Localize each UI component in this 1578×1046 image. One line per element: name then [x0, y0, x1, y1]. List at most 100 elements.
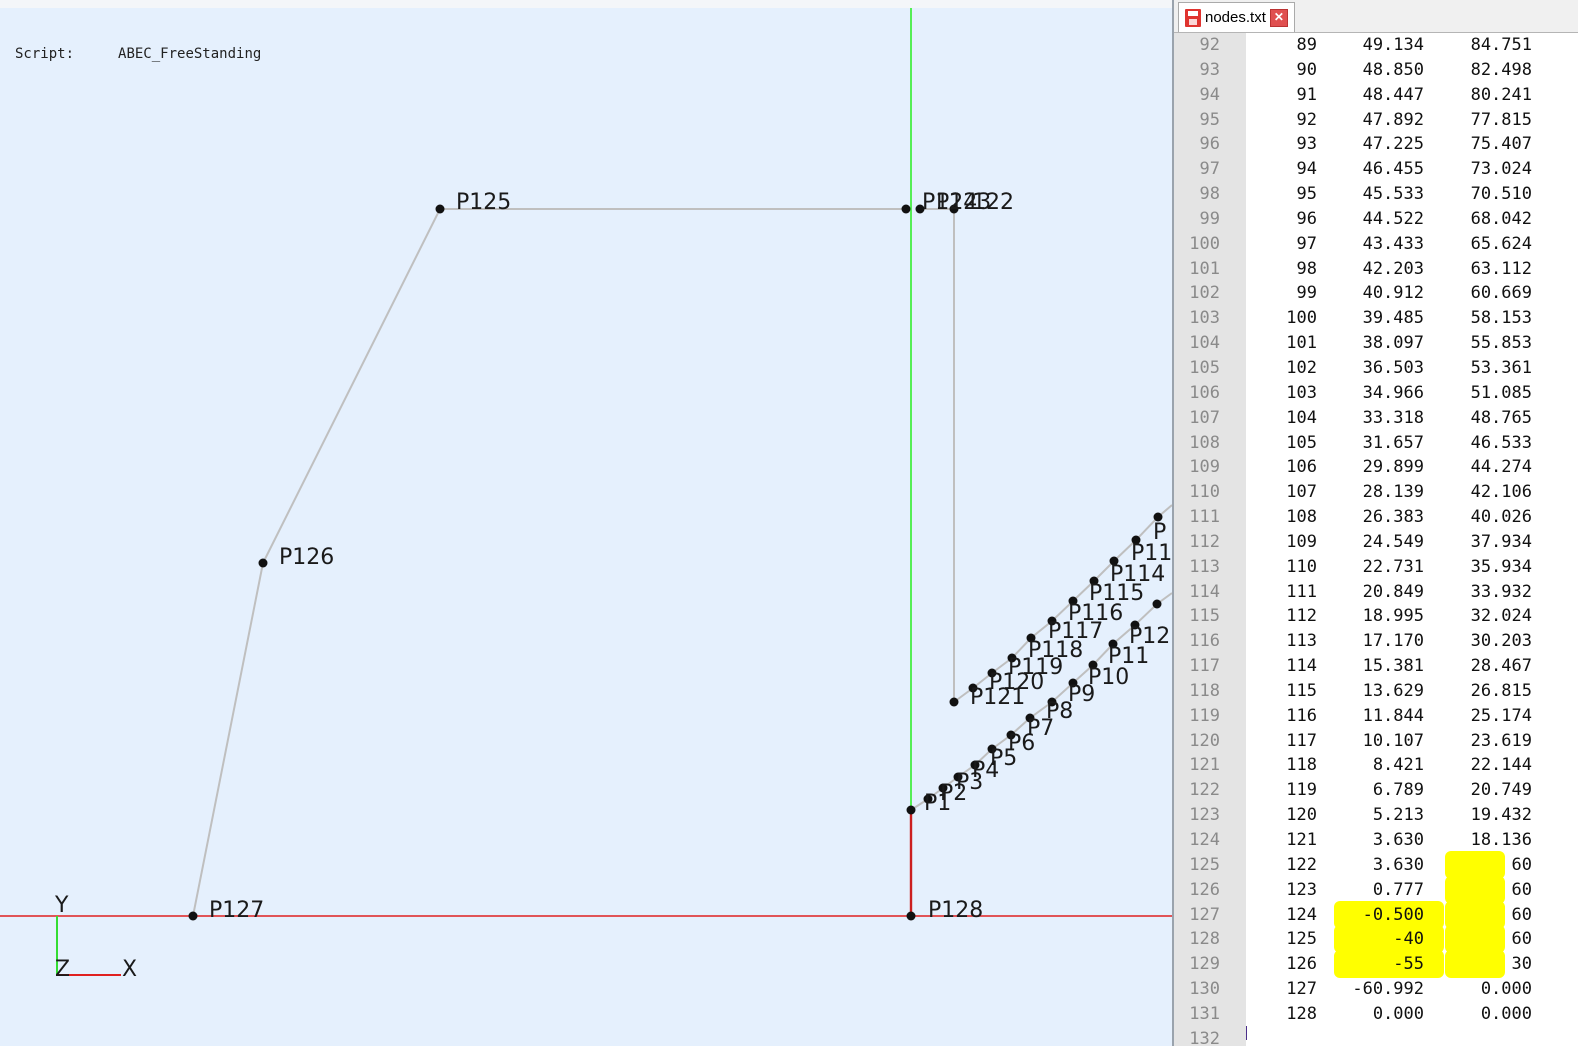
editor-line[interactable]: 93 90 48.850 82.498 — [1174, 58, 1578, 83]
tab-nodes-txt[interactable]: nodes.txt ✕ — [1178, 2, 1295, 32]
line-number: 126 — [1189, 879, 1220, 900]
node-x-cell: 34.966 — [1362, 382, 1424, 403]
editor-line[interactable]: 116 113 17.170 30.203 — [1174, 629, 1578, 654]
node-x-cell: 42.203 — [1362, 258, 1424, 279]
editor-line[interactable]: 103 100 39.485 58.153 — [1174, 306, 1578, 331]
node-x-cell: 29.899 — [1362, 457, 1424, 478]
close-icon[interactable]: ✕ — [1269, 8, 1288, 27]
line-number: 129 — [1189, 954, 1220, 975]
editor-line[interactable]: 130 127 -60.992 0.000 — [1174, 977, 1578, 1002]
node-id-cell: 93 — [1296, 134, 1317, 155]
editor-line[interactable]: 101 98 42.203 63.112 — [1174, 257, 1578, 282]
label-p125: P125 — [456, 190, 511, 215]
editor-line[interactable]: 123 120 5.213 19.432 — [1174, 803, 1578, 828]
editor-line[interactable]: 112 109 24.549 37.934 — [1174, 530, 1578, 555]
geometry-viewport[interactable]: Script: ABEC_FreeStanding P125 P126 P127… — [0, 0, 1172, 1046]
editor-line[interactable]: 94 91 48.447 80.241 — [1174, 83, 1578, 108]
line-number: 112 — [1189, 531, 1220, 552]
editor-line[interactable]: 131 128 0.000 0.000 — [1174, 1002, 1578, 1027]
editor-line[interactable]: 122 119 6.789 20.749 — [1174, 778, 1578, 803]
label-p127: P127 — [209, 898, 264, 923]
editor-line[interactable]: 114 111 20.849 33.932 — [1174, 580, 1578, 605]
editor-line[interactable]: 104 101 38.097 55.853 — [1174, 331, 1578, 356]
editor-line[interactable]: 105 102 36.503 53.361 — [1174, 356, 1578, 381]
editor-line[interactable]: 108 105 31.657 46.533 — [1174, 431, 1578, 456]
drawing-canvas[interactable]: P125 P126 P127 P128 P124P123122 P121 P12… — [0, 0, 1172, 1046]
node-id-cell: 102 — [1286, 357, 1317, 378]
editor-line[interactable]: 111 108 26.383 40.026 — [1174, 505, 1578, 530]
node-id-cell: 104 — [1286, 407, 1317, 428]
editor-line[interactable]: 128 125 -40 60 — [1174, 925, 1578, 954]
editor-line[interactable]: 120 117 10.107 23.619 — [1174, 729, 1578, 754]
editor-line[interactable]: 98 95 45.533 70.510 — [1174, 182, 1578, 207]
node-id-cell: 116 — [1286, 705, 1317, 726]
axis-triad: Y Z X — [54, 893, 137, 982]
label-p128: P128 — [928, 898, 983, 923]
node-id-cell: 110 — [1286, 556, 1317, 577]
node-y-cell: 30.203 — [1470, 631, 1532, 652]
node-x-cell: 49.134 — [1362, 35, 1424, 55]
editor-line[interactable]: 109 106 29.899 44.274 — [1174, 455, 1578, 480]
editor-line[interactable]: 129 126 -55 30 — [1174, 950, 1578, 979]
editor-line[interactable]: 119 116 11.844 25.174 — [1174, 704, 1578, 729]
line-number: 132 — [1189, 1028, 1220, 1046]
node-x-cell: 33.318 — [1362, 407, 1424, 428]
line-number: 111 — [1189, 507, 1220, 528]
editor-tab-bar: nodes.txt ✕ — [1174, 0, 1578, 33]
node-y-cell: 73.024 — [1470, 159, 1532, 180]
node-y-cell: 32.024 — [1470, 606, 1532, 627]
node-id-cell: 100 — [1286, 308, 1317, 329]
editor-line[interactable]: 102 99 40.912 60.669 — [1174, 281, 1578, 306]
editor-line[interactable]: 126 123 0.777 60 — [1174, 875, 1578, 904]
node-x-cell: 48.850 — [1362, 59, 1424, 80]
node-p124 — [901, 204, 911, 214]
node-y-cell: 63.112 — [1470, 258, 1532, 279]
node-x-cell: 10.107 — [1362, 730, 1424, 751]
editor-line[interactable]: 124 121 3.630 18.136 — [1174, 828, 1578, 853]
node-x-cell: 40.912 — [1362, 283, 1424, 304]
line-number: 103 — [1189, 308, 1220, 329]
editor-line[interactable]: 117 114 15.381 28.467 — [1174, 654, 1578, 679]
node-y-cell: 77.815 — [1470, 109, 1532, 130]
node-x-cell: 5.213 — [1372, 805, 1424, 826]
line-number: 116 — [1189, 631, 1220, 652]
editor-line[interactable]: 107 104 33.318 48.765 — [1174, 406, 1578, 431]
editor-line[interactable]: 97 94 46.455 73.024 — [1174, 157, 1578, 182]
line-number: 125 — [1189, 854, 1220, 875]
line-number: 95 — [1199, 109, 1220, 130]
editor-line[interactable]: 95 92 47.892 77.815 — [1174, 108, 1578, 133]
node-y-cell: 0.000 — [1480, 979, 1532, 1000]
line-number: 127 — [1189, 904, 1220, 925]
node-y-cell: 60 — [1511, 929, 1532, 950]
node-id-cell: 90 — [1296, 59, 1317, 80]
node-id-cell: 123 — [1286, 879, 1317, 900]
node-y-cell: 30 — [1511, 954, 1532, 975]
node-p127 — [188, 911, 198, 921]
node-id-cell: 112 — [1286, 606, 1317, 627]
editor-line[interactable]: 96 93 47.225 75.407 — [1174, 132, 1578, 157]
editor-line[interactable]: 121 118 8.421 22.144 — [1174, 753, 1578, 778]
node-id-cell: 97 — [1296, 233, 1317, 254]
node-x-cell: 46.455 — [1362, 159, 1424, 180]
node-y-cell: 58.153 — [1470, 308, 1532, 329]
node-x-cell: 3.630 — [1372, 830, 1424, 850]
node-y-cell: 53.361 — [1470, 357, 1532, 378]
top-rim-path — [920, 208, 955, 702]
editor-line[interactable]: 110 107 28.139 42.106 — [1174, 480, 1578, 505]
node-y-cell: 60.669 — [1470, 283, 1532, 304]
node-id-cell: 114 — [1286, 656, 1317, 677]
editor-line[interactable]: 113 110 22.731 35.934 — [1174, 555, 1578, 580]
editor-line[interactable]: 92 89 49.134 84.751 — [1174, 33, 1578, 58]
editor-line[interactable]: 125 122 3.630 60 — [1174, 850, 1578, 879]
editor-line[interactable]: 115 112 18.995 32.024 — [1174, 604, 1578, 629]
editor-line[interactable]: 106 103 34.966 51.085 — [1174, 381, 1578, 406]
editor-line[interactable]: 132 — [1174, 1027, 1578, 1046]
editor-line[interactable]: 99 96 44.522 68.042 — [1174, 207, 1578, 232]
text-editor-panel[interactable]: nodes.txt ✕ 92 89 49.134 84.751 93 90 48.850 82… — [1172, 0, 1578, 1046]
editor-line[interactable]: 118 115 13.629 26.815 — [1174, 679, 1578, 704]
editor-line[interactable]: 100 97 43.433 65.624 — [1174, 232, 1578, 257]
node-x-cell: 15.381 — [1362, 656, 1424, 677]
editor-line[interactable]: 127 124 -0.500 60 — [1174, 900, 1578, 929]
line-number: 131 — [1189, 1003, 1220, 1024]
editor-text-area[interactable]: 92 89 49.134 84.751 93 90 48.850 82.498 94 91 48.4… — [1174, 33, 1578, 1046]
